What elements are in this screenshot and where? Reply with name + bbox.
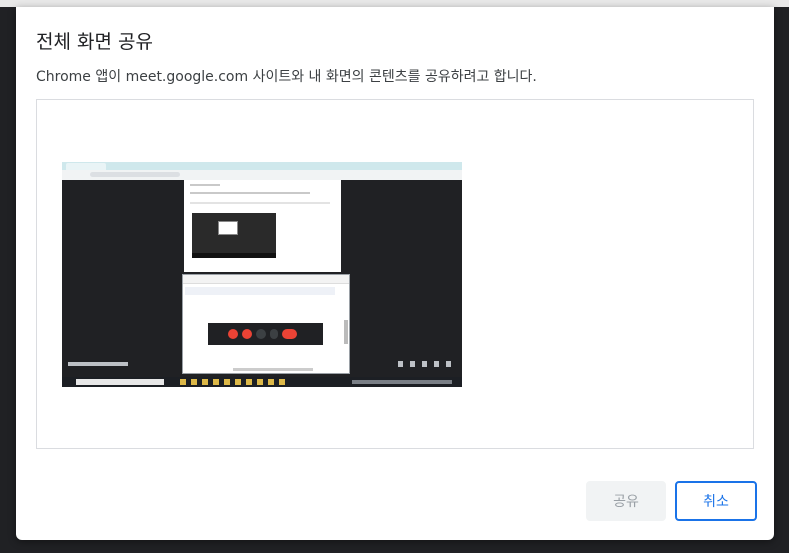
background-top-strip xyxy=(0,0,789,7)
thumb-nested-window xyxy=(218,221,238,235)
dialog-description: Chrome 앱이 meet.google.com 사이트와 내 화면의 콘텐츠… xyxy=(36,69,537,85)
thumb-present-icon xyxy=(256,329,266,339)
thumb-meeting-icons xyxy=(398,361,456,367)
thumb-meeting-info xyxy=(68,362,128,366)
thumb-doc-line xyxy=(190,202,330,204)
dialog-title: 전체 화면 공유 xyxy=(36,31,153,53)
share-button[interactable]: 공유 xyxy=(586,481,666,521)
thumb-doc-line xyxy=(190,184,220,186)
thumb-doc-line xyxy=(190,192,310,194)
thumb-more-icon xyxy=(270,329,278,339)
thumb-shared-document xyxy=(184,180,341,272)
thumb-meet-controls xyxy=(208,323,323,345)
thumb-address-field xyxy=(90,172,180,177)
thumb-tab-bar xyxy=(62,162,462,170)
thumb-taskbar xyxy=(62,377,462,387)
thumb-hangup-icon xyxy=(282,329,297,339)
thumb-window-titlebar xyxy=(183,275,349,284)
screen-thumbnail[interactable] xyxy=(62,162,462,387)
thumb-camera-off-icon xyxy=(242,329,252,339)
share-screen-dialog: 전체 화면 공유 Chrome 앱이 meet.google.com 사이트와 … xyxy=(16,7,774,540)
thumb-window-toolbar xyxy=(185,287,335,295)
thumb-nested-preview xyxy=(192,213,276,258)
thumb-tab xyxy=(66,163,106,170)
cancel-button[interactable]: 취소 xyxy=(675,481,757,521)
thumb-nested-taskbar xyxy=(192,253,276,258)
thumb-window-scrollbar xyxy=(344,320,348,344)
thumb-window-hscrollbar xyxy=(233,368,313,371)
thumb-app-window xyxy=(182,274,350,374)
thumb-taskbar-search xyxy=(76,379,164,385)
screen-picker xyxy=(36,99,754,449)
thumb-mic-off-icon xyxy=(228,329,238,339)
thumb-taskbar-icons xyxy=(180,379,290,385)
thumb-tab xyxy=(122,163,192,170)
thumb-system-tray xyxy=(352,380,452,384)
